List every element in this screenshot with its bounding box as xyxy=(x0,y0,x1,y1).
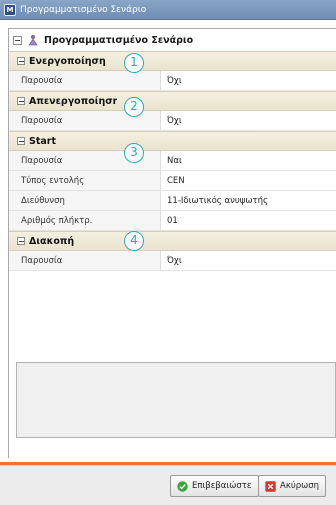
property-value[interactable]: 11-Ιδιωτικός ανυψωτής xyxy=(161,191,336,210)
property-row[interactable]: Παρουσία Ναι xyxy=(9,151,336,171)
property-row[interactable]: Τύπος εντολής CEN xyxy=(9,171,336,191)
group-label: Start xyxy=(29,135,57,147)
property-name: Παρουσία xyxy=(9,251,161,270)
callout-badge: 1 xyxy=(124,53,144,73)
app-icon: M xyxy=(4,3,16,16)
callout-badge: 3 xyxy=(124,143,144,163)
property-row[interactable]: Παρουσία Όχι xyxy=(9,251,336,271)
property-value[interactable]: Όχι xyxy=(161,111,336,130)
confirm-button[interactable]: Επιβεβαιώστε xyxy=(170,475,259,497)
property-value[interactable]: CEN xyxy=(161,171,336,190)
property-name: Παρουσία xyxy=(9,71,161,90)
cancel-button[interactable]: Ακύρωση xyxy=(258,475,327,497)
scenario-icon xyxy=(27,34,39,46)
cancel-label: Ακύρωση xyxy=(280,481,320,491)
group-label: Απενεργοποίηση xyxy=(29,95,117,107)
check-icon xyxy=(177,480,188,492)
property-row[interactable]: Παρουσία Όχι xyxy=(9,71,336,91)
dialog-footer: Επιβεβαιώστε Ακύρωση xyxy=(0,465,336,505)
callout-badge: 2 xyxy=(124,97,144,117)
property-row[interactable]: Αριθμός πλήκτρ. 01 xyxy=(9,211,336,231)
property-value[interactable]: Ναι xyxy=(161,151,336,170)
tree-root[interactable]: Προγραμματισμένο Σενάριο xyxy=(9,29,336,51)
group-header-deactivation[interactable]: Απενεργοποίηση xyxy=(9,91,336,111)
property-value[interactable]: Όχι xyxy=(161,251,336,270)
group-label: Ενεργοποίηση xyxy=(29,55,106,67)
collapse-icon[interactable] xyxy=(13,35,22,45)
window-title: Προγραμματισμένο Σενάριο xyxy=(20,4,147,15)
property-row[interactable]: Διεύθυνση 11-Ιδιωτικός ανυψωτής xyxy=(9,191,336,211)
group-label: Διακοπή xyxy=(29,235,75,247)
collapse-icon[interactable] xyxy=(17,97,25,105)
property-row[interactable]: Παρουσία Όχι xyxy=(9,111,336,131)
tree-root-label: Προγραμματισμένο Σενάριο xyxy=(44,34,194,46)
collapse-icon[interactable] xyxy=(17,137,25,145)
collapse-icon[interactable] xyxy=(17,237,25,245)
group-header-start[interactable]: Start xyxy=(9,131,336,151)
description-panel xyxy=(16,362,336,438)
window-titlebar: M Προγραμματισμένο Σενάριο xyxy=(0,0,336,20)
property-name: Αριθμός πλήκτρ. xyxy=(9,211,161,230)
property-name: Διεύθυνση xyxy=(9,191,161,210)
property-name: Τύπος εντολής xyxy=(9,171,161,190)
group-header-interrupt[interactable]: Διακοπή xyxy=(9,231,336,251)
close-icon xyxy=(265,480,276,492)
confirm-label: Επιβεβαιώστε xyxy=(192,481,252,491)
callout-badge: 4 xyxy=(124,231,144,251)
collapse-icon[interactable] xyxy=(17,57,25,65)
group-header-activation[interactable]: Ενεργοποίηση xyxy=(9,51,336,71)
property-value[interactable]: Όχι xyxy=(161,71,336,90)
property-value[interactable]: 01 xyxy=(161,211,336,230)
